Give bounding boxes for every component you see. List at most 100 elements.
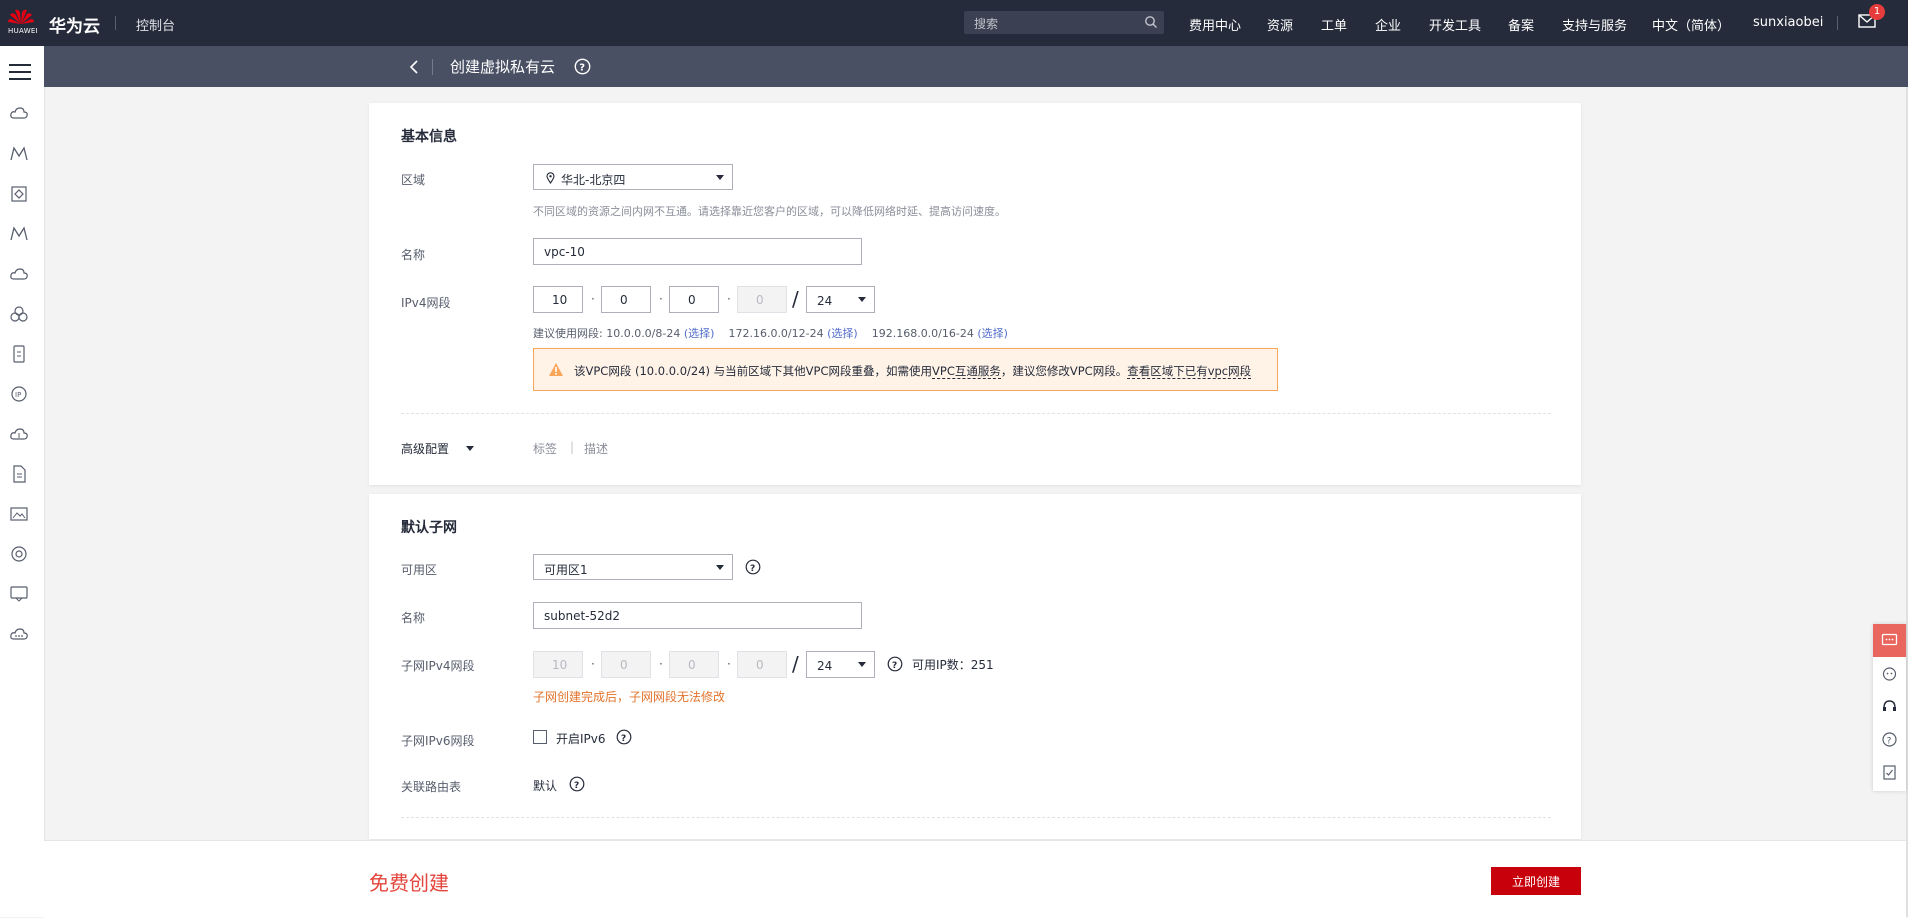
- notification-badge: 1: [1869, 4, 1885, 20]
- divider: [432, 59, 433, 75]
- feedback-button[interactable]: [1873, 624, 1906, 657]
- vpc-name-input[interactable]: [533, 238, 862, 265]
- region-select[interactable]: 华北-北京四: [533, 164, 733, 190]
- svg-text:?: ?: [750, 564, 755, 574]
- cidr-overlap-warning: 该VPC网段 (10.0.0.0/24) 与当前区域下其他VPC网段重叠，如需使…: [533, 348, 1278, 391]
- warning-text-part: 该VPC网段 (10.0.0.0/24) 与当前区域下其他VPC网段重叠，如需使…: [574, 364, 933, 378]
- svg-text:?: ?: [621, 734, 626, 744]
- section-title: 基本信息: [401, 129, 457, 145]
- suggest-text: 192.168.0.0/16-24: [871, 327, 974, 340]
- menu-icon[interactable]: [9, 63, 31, 81]
- divider: [115, 16, 116, 30]
- customer-service-button[interactable]: [1873, 690, 1906, 723]
- tag-link[interactable]: 标签: [533, 440, 557, 457]
- search-box[interactable]: [964, 11, 1164, 34]
- help-center-button[interactable]: ?: [1873, 723, 1906, 756]
- more-icon[interactable]: [9, 624, 29, 644]
- subnet-name-input[interactable]: [533, 602, 862, 629]
- nav-username[interactable]: sunxiaobei: [1753, 15, 1823, 30]
- ipv4-mask-select[interactable]: 24: [806, 286, 875, 313]
- help-icon[interactable]: ?: [745, 559, 761, 575]
- choose-link[interactable]: (选择): [977, 327, 1008, 340]
- view-existing-cidrs-link[interactable]: 查看区域下已有vpc网段: [1127, 364, 1252, 379]
- basic-info-card: 基本信息 区域 华北-北京四 不同区域的资源之间内网不互通。请选择靠近您客户的区…: [369, 103, 1581, 485]
- subnet-octet-2: [601, 651, 651, 678]
- suggested-cidrs: 建议使用网段: 10.0.0.0/8-24 (选择) 172.16.0.0/12…: [533, 325, 1008, 341]
- eip-icon[interactable]: IP: [9, 384, 29, 404]
- document-icon[interactable]: [9, 464, 29, 484]
- enable-ipv6-checkbox[interactable]: [533, 730, 547, 744]
- nav-dev-tools[interactable]: 开发工具: [1429, 15, 1481, 34]
- description-link[interactable]: 描述: [584, 440, 608, 457]
- page-header: 创建虚拟私有云 ?: [44, 46, 1908, 87]
- help-icon[interactable]: ?: [574, 58, 591, 75]
- route-table-label: 关联路由表: [401, 780, 462, 794]
- page-title: 创建虚拟私有云: [450, 58, 556, 76]
- warning-text-part: ，建议您修改VPC网段。: [1000, 364, 1128, 378]
- survey-button[interactable]: [1873, 756, 1906, 789]
- divider: [1837, 16, 1838, 30]
- route-table-value: 默认: [533, 779, 558, 793]
- chat-icon[interactable]: [9, 584, 29, 604]
- vpc-icon[interactable]: [9, 184, 29, 204]
- brand-name[interactable]: 华为云: [49, 12, 100, 37]
- console-link[interactable]: 控制台: [136, 15, 175, 34]
- monitoring-icon[interactable]: [9, 144, 29, 164]
- choose-link[interactable]: (选择): [684, 327, 715, 340]
- storage-icon[interactable]: [9, 344, 29, 364]
- location-icon: [546, 172, 555, 184]
- robot-icon: [1882, 667, 1897, 681]
- help-icon[interactable]: ?: [616, 729, 632, 745]
- vpc-peering-link[interactable]: VPC互通服务: [932, 364, 1001, 379]
- svg-text:?: ?: [1887, 737, 1892, 747]
- back-icon[interactable]: [407, 59, 421, 75]
- cloud-upload-icon[interactable]: [9, 424, 29, 444]
- nav-icp[interactable]: 备案: [1508, 15, 1534, 34]
- nav-enterprise[interactable]: 企业: [1375, 15, 1401, 34]
- section-title: 默认子网: [401, 520, 457, 536]
- logo-text: HUAWEI: [8, 27, 39, 35]
- help-icon[interactable]: ?: [569, 776, 585, 792]
- cloud-icon[interactable]: [9, 264, 29, 284]
- cluster-icon[interactable]: [9, 304, 29, 324]
- nav-tickets[interactable]: 工单: [1321, 15, 1347, 34]
- help-icon[interactable]: ?: [887, 656, 903, 672]
- svg-text:?: ?: [892, 661, 897, 671]
- subnet-immutable-warning: 子网创建完成后，子网网段无法修改: [533, 690, 726, 704]
- cloud-server-icon[interactable]: [9, 104, 29, 124]
- svg-text:?: ?: [574, 781, 579, 791]
- nav-billing[interactable]: 费用中心: [1189, 15, 1241, 34]
- choose-link[interactable]: (选择): [827, 327, 858, 340]
- az-select[interactable]: 可用区1: [533, 554, 733, 580]
- chevron-down-icon[interactable]: [466, 446, 474, 451]
- search-icon[interactable]: [1144, 15, 1158, 29]
- price-label: 免费创建: [369, 871, 449, 895]
- ipv4-octet-2[interactable]: [601, 286, 651, 313]
- nav-support[interactable]: 支持与服务: [1562, 15, 1627, 34]
- mask-value: 24: [817, 294, 833, 308]
- monitoring-icon[interactable]: [9, 224, 29, 244]
- ipv4-octet-1[interactable]: [533, 286, 583, 313]
- checklist-icon: [1883, 765, 1896, 780]
- ipv4-octet-4: [737, 286, 787, 313]
- region-hint: 不同区域的资源之间内网不互通。请选择靠近您客户的区域，可以降低网络时延、提高访问…: [533, 205, 1006, 218]
- subnet-ipv6-label: 子网IPv6网段: [401, 734, 475, 748]
- subnet-mask-select[interactable]: 24: [806, 651, 875, 678]
- svg-text:?: ?: [579, 63, 585, 74]
- available-ip-count: 可用IP数：251: [912, 658, 994, 672]
- divider: [401, 413, 1551, 414]
- settings-icon[interactable]: [9, 544, 29, 564]
- enable-ipv6-label[interactable]: 开启IPv6: [556, 730, 606, 747]
- smart-assistant-button[interactable]: [1873, 657, 1906, 690]
- left-sidebar: IP: [0, 46, 45, 917]
- search-input[interactable]: [972, 14, 1136, 33]
- image-icon[interactable]: [9, 504, 29, 524]
- subnet-octet-1: [533, 651, 583, 678]
- create-now-button[interactable]: 立即创建: [1491, 867, 1581, 895]
- advanced-config-toggle[interactable]: 高级配置: [401, 440, 449, 457]
- nav-resources[interactable]: 资源: [1267, 15, 1293, 34]
- ipv4-octet-3[interactable]: [669, 286, 719, 313]
- dot-separator: ·: [659, 657, 663, 671]
- dot-separator: ·: [727, 657, 731, 671]
- nav-language[interactable]: 中文（简体）: [1652, 15, 1730, 34]
